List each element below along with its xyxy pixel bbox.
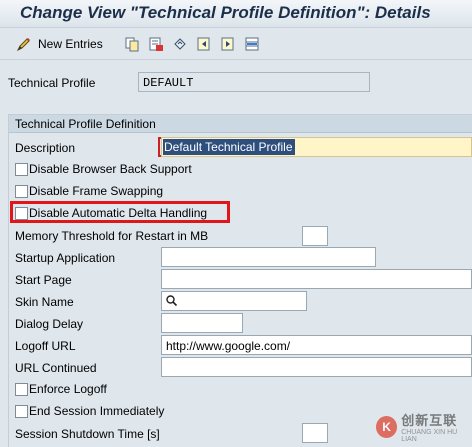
- application-toolbar: New Entries: [0, 29, 472, 60]
- session-shutdown-field[interactable]: [302, 423, 328, 443]
- enforce-logoff-checkbox[interactable]: [15, 383, 28, 396]
- memory-threshold-field[interactable]: [302, 226, 328, 246]
- url-continued-field[interactable]: [161, 357, 472, 377]
- new-entries-label: New Entries: [38, 37, 103, 51]
- disable-auto-delta-checkbox[interactable]: [15, 207, 28, 220]
- copy-button[interactable]: [124, 35, 140, 53]
- new-entries-button[interactable]: New Entries: [16, 35, 103, 53]
- watermark-text-en: CHUANG XIN HU LIAN: [401, 429, 458, 443]
- disable-frame-swapping-label: Disable Frame Swapping: [29, 184, 164, 198]
- skin-name-field[interactable]: [161, 291, 307, 311]
- logoff-url-field[interactable]: http://www.google.com/: [161, 335, 472, 355]
- watermark-logo: K 创新互联 CHUANG XIN HU LIAN: [376, 410, 472, 443]
- copy-icon: [124, 36, 140, 52]
- title-bar: Change View "Technical Profile Definitio…: [0, 0, 472, 28]
- dialog-delay-field[interactable]: [161, 313, 243, 333]
- dialog-delay-label: Dialog Delay: [15, 317, 84, 331]
- technical-profile-field[interactable]: DEFAULT: [138, 72, 370, 92]
- disable-browser-back-label: Disable Browser Back Support: [29, 162, 192, 176]
- url-continued-label: URL Continued: [15, 361, 97, 375]
- undo-icon: [172, 36, 188, 52]
- group-title: Technical Profile Definition: [15, 117, 156, 131]
- startup-application-label: Startup Application: [15, 251, 116, 265]
- group-header: Technical Profile Definition: [9, 115, 472, 133]
- end-session-checkbox[interactable]: [15, 405, 28, 418]
- delete-icon: [148, 36, 164, 52]
- end-session-label: End Session Immediately: [29, 404, 165, 418]
- undo-button[interactable]: [172, 35, 188, 53]
- start-page-field[interactable]: [161, 269, 472, 289]
- edit-pencil-icon: [16, 36, 32, 52]
- watermark-logo-icon: K: [376, 415, 398, 438]
- next-entry-icon: [220, 36, 236, 52]
- description-field[interactable]: Default Technical Profile: [161, 137, 472, 157]
- enforce-logoff-label: Enforce Logoff: [29, 382, 107, 396]
- previous-entry-icon: [196, 36, 212, 52]
- description-value: Default Technical Profile: [163, 139, 295, 155]
- window-title: Change View "Technical Profile Definitio…: [20, 3, 431, 22]
- disable-browser-back-checkbox[interactable]: [15, 163, 28, 176]
- delete-button[interactable]: [148, 35, 164, 53]
- skin-name-label: Skin Name: [15, 295, 74, 309]
- watermark-text-cn: 创新互联: [401, 413, 458, 428]
- logoff-url-label: Logoff URL: [15, 339, 76, 353]
- disable-auto-delta-label: Disable Automatic Delta Handling: [29, 206, 208, 220]
- start-page-label: Start Page: [15, 273, 72, 287]
- next-entry-button[interactable]: [220, 35, 236, 53]
- technical-profile-label: Technical Profile: [8, 76, 96, 90]
- description-label: Description: [15, 141, 76, 155]
- startup-application-field[interactable]: [161, 247, 376, 267]
- disable-frame-swapping-checkbox[interactable]: [15, 185, 28, 198]
- session-shutdown-label: Session Shutdown Time [s]: [15, 427, 160, 441]
- search-icon[interactable]: [165, 294, 179, 311]
- previous-entry-button[interactable]: [196, 35, 212, 53]
- logoff-url-value: http://www.google.com/: [166, 339, 291, 353]
- select-block-button[interactable]: [244, 35, 260, 53]
- select-block-icon: [244, 36, 260, 52]
- memory-threshold-label: Memory Threshold for Restart in MB: [15, 229, 209, 243]
